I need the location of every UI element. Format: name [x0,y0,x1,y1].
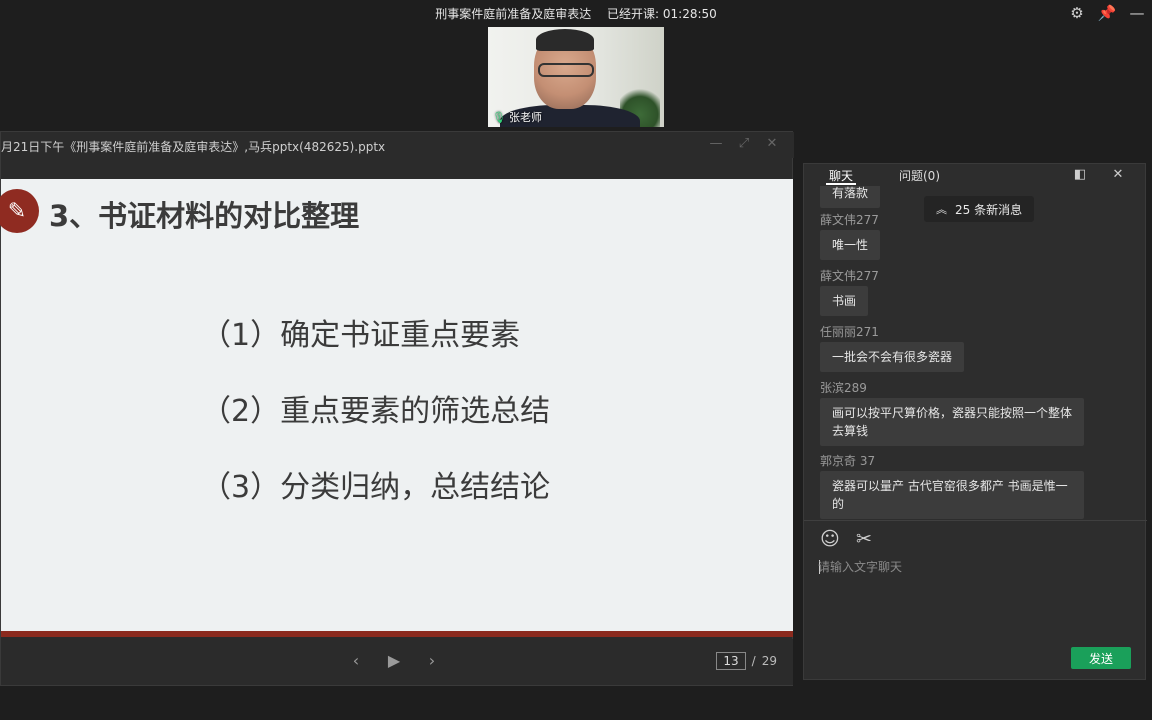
document-title: 月21日下午《刑事案件庭前准备及庭审表达》,马兵pptx(482625).ppt… [1,140,386,154]
gear-icon[interactable]: ⚙ [1062,0,1092,26]
speaker-name: 张老师 [508,111,542,124]
speaker-label: 🎙 张老师 [492,109,542,125]
dock-panel-icon[interactable]: ◧ [1061,167,1099,182]
close-icon[interactable]: ✕ [758,136,786,151]
previous-slide-icon[interactable]: ‹ [337,651,375,670]
slide-controls: ‹ ▶ › 13 / 29 [1,639,793,685]
message-bubble: 唯一性 [820,230,881,260]
next-slide-icon[interactable]: › [413,651,451,670]
elapsed-time: 已经开课: 01:28:50 [607,7,717,21]
close-icon[interactable]: ✕ [1099,167,1137,182]
chat-toolbar: ☺ ✂ [820,528,892,550]
window-controls: ⚙ 📌 — [1062,0,1152,26]
slide-footer-band [1,631,793,637]
chat-input[interactable] [818,557,1128,577]
active-tab-indicator [826,183,856,185]
course-header: 刑事案件庭前准备及庭审表达 已经开课: 01:28:50 [0,5,1152,22]
microphone-icon: 🎙 [492,110,506,124]
send-button[interactable]: 发送 [1071,647,1131,669]
message-bubble: 瓷器可以量产 古代官窑很多都产 书画是惟一的 [820,471,1084,519]
slide-canvas: ✎ 3、书证材料的对比整理 （1）确定书证重点要素 （2）重点要素的筛选总结 （… [0,179,793,637]
course-title: 刑事案件庭前准备及庭审表达 [435,7,592,21]
double-chevron-up-icon: ︽ [936,203,947,216]
new-messages-button[interactable]: ︽ 25 条新消息 [924,196,1035,222]
input-divider [804,520,1147,521]
emoji-icon[interactable]: ☺ [820,528,856,550]
message-sender: 任丽丽271 [820,325,879,339]
message-bubble: 有落款 [820,186,881,208]
teacher-video[interactable]: 🎙 张老师 [488,27,664,127]
message-sender: 薛文伟277 [820,269,879,283]
pin-icon[interactable]: 📌 [1092,0,1122,26]
scissors-icon[interactable]: ✂ [856,528,892,550]
tab-chat[interactable]: 聊天 [829,167,853,184]
message-bubble: 画可以按平尺算价格，瓷器只能按照一个整体去算钱 [820,398,1084,446]
slide-heading: 3、书证材料的对比整理 [49,199,360,233]
message-sender: 薛文伟277 [820,213,879,227]
slide-item: （2）重点要素的筛选总结 [201,394,551,429]
chat-tabs: 聊天 问题(0) ◧ ✕ [804,164,1147,186]
message-bubble: 书画 [820,286,869,316]
page-separator: / [751,654,756,668]
message-sender: 郭京奇 37 [820,454,876,468]
message-sender: 张滨289 [820,381,867,395]
tab-questions[interactable]: 问题(0) [899,167,940,184]
page-total: 29 [761,654,777,668]
document-window-buttons: — ⤢ ✕ [702,136,786,151]
document-title-bar: 月21日下午《刑事案件庭前准备及庭审表达》,马兵pptx(482625).ppt… [1,132,794,158]
maximize-icon[interactable]: ⤢ [730,136,758,151]
slide-item: （1）确定书证重点要素 [201,318,521,353]
slide-item: （3）分类归纳，总结结论 [201,470,551,505]
message-list[interactable]: 有落款 ︽ 25 条新消息 薛文伟277 唯一性 薛文伟277 书画 任丽丽27… [804,186,1147,520]
page-indicator: 13 / 29 [716,652,777,670]
chat-panel: 聊天 问题(0) ◧ ✕ 有落款 ︽ 25 条新消息 薛文伟277 唯一性 薛文… [803,163,1147,680]
minimize-icon[interactable]: — [1122,0,1152,26]
page-input[interactable]: 13 [716,652,746,670]
message-bubble: 一批会不会有很多瓷器 [820,342,965,372]
minimize-icon[interactable]: — [702,136,730,151]
pencil-icon: ✎ [0,189,39,233]
top-bar: 刑事案件庭前准备及庭审表达 已经开课: 01:28:50 ⚙ 📌 — [0,0,1152,26]
play-icon[interactable]: ▶ [375,651,413,670]
new-messages-label: 25 条新消息 [955,202,1023,217]
document-window: 月21日下午《刑事案件庭前准备及庭审表达》,马兵pptx(482625).ppt… [0,131,794,686]
